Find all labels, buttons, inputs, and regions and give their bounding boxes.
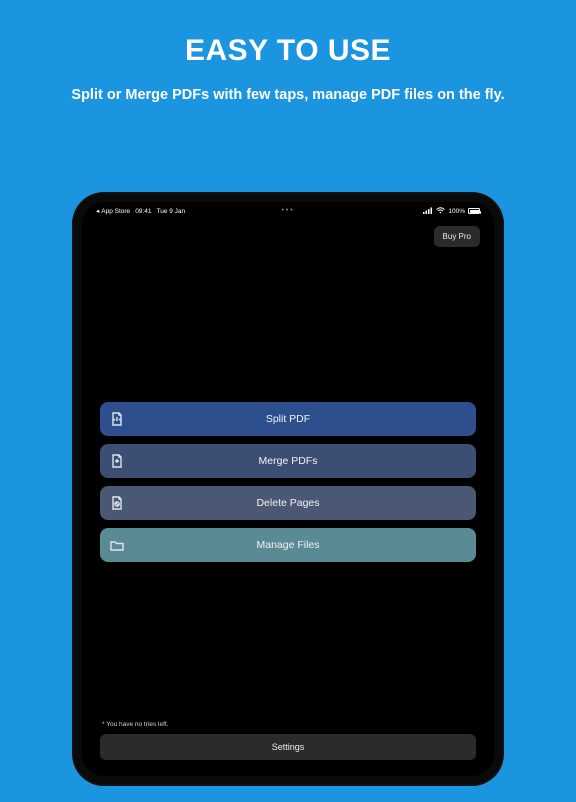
merge-pdfs-label: Merge PDFs	[100, 455, 476, 467]
chevron-left-icon: ◂	[96, 207, 99, 215]
screen: ◂ App Store 09:41 Tue 9 Jan ••• 100% Buy…	[82, 202, 494, 776]
promo-subhead: Split or Merge PDFs with few taps, manag…	[0, 86, 576, 106]
status-time: 09:41	[135, 208, 151, 215]
wifi-icon	[436, 207, 445, 216]
device-frame: ◂ App Store 09:41 Tue 9 Jan ••• 100% Buy…	[74, 194, 502, 784]
back-to-appstore[interactable]: ◂ App Store	[96, 207, 130, 215]
folder-icon	[109, 537, 125, 553]
delete-page-icon	[109, 495, 125, 511]
status-bar: ◂ App Store 09:41 Tue 9 Jan ••• 100%	[82, 202, 494, 216]
buy-pro-button[interactable]: Buy Pro	[434, 226, 480, 247]
back-label: App Store	[101, 208, 130, 215]
merge-pdfs-button[interactable]: Merge PDFs	[100, 444, 476, 478]
promo-headline: EASY TO USE	[0, 34, 576, 68]
merge-file-icon	[109, 453, 125, 469]
split-pdf-button[interactable]: Split PDF	[100, 402, 476, 436]
battery-icon	[468, 208, 480, 214]
delete-pages-label: Delete Pages	[100, 497, 476, 509]
status-date: Tue 9 Jan	[156, 208, 185, 215]
tries-left-note: * You have no tries left.	[102, 721, 169, 728]
signal-icon	[423, 207, 433, 216]
main-actions: Split PDF Merge PDFs Delete Pages Manage…	[100, 402, 476, 562]
battery-percent: 100%	[448, 208, 465, 215]
manage-files-label: Manage Files	[100, 539, 476, 551]
manage-files-button[interactable]: Manage Files	[100, 528, 476, 562]
multitask-dots[interactable]: •••	[281, 207, 294, 214]
settings-button[interactable]: Settings	[100, 734, 476, 760]
split-file-icon	[109, 411, 125, 427]
split-pdf-label: Split PDF	[100, 413, 476, 425]
delete-pages-button[interactable]: Delete Pages	[100, 486, 476, 520]
